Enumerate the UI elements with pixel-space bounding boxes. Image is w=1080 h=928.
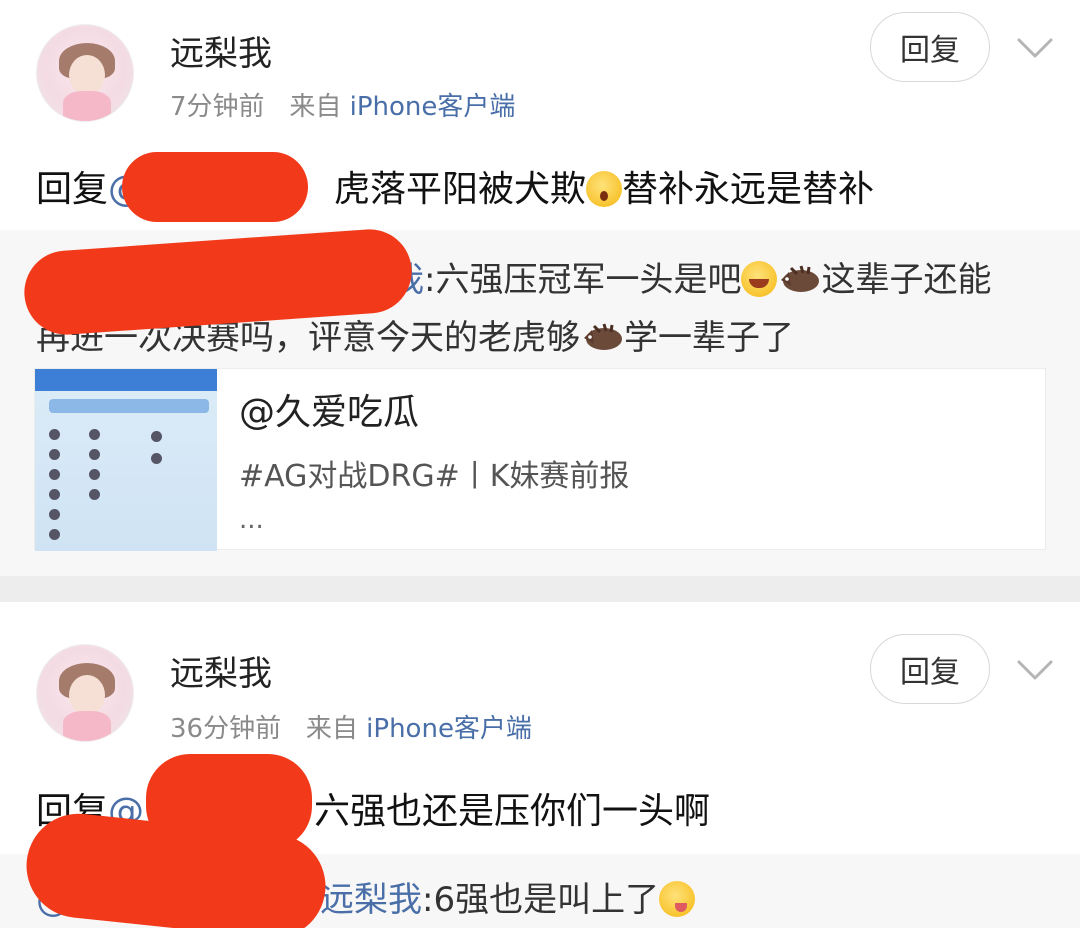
match-lineup-thumbnail <box>35 369 217 551</box>
content-text: 六强也还是压你们一头啊 <box>314 791 711 832</box>
card-title: @久爱吃瓜 <box>239 392 420 433</box>
comment-meta: 7分钟前 来自 iPhone客户端 <box>170 86 515 123</box>
avatar[interactable] <box>36 644 134 742</box>
boar-icon <box>584 323 622 350</box>
reply-prefix: 回复 <box>36 169 109 210</box>
reply-button[interactable]: 回复 <box>870 634 990 704</box>
quote-mention[interactable]: 远梨我 <box>320 880 422 920</box>
username[interactable]: 远梨我 <box>170 26 272 75</box>
tongue-out-emoji-icon <box>659 881 696 917</box>
comment-separator <box>0 576 1080 602</box>
quote-text-4: 学一辈子了 <box>624 318 794 358</box>
chevron-down-icon[interactable] <box>1016 658 1054 682</box>
timestamp: 36分钟前 <box>170 714 282 744</box>
comment-item: 远梨我 7分钟前 来自 iPhone客户端 回复 回复@虎落平阳被犬欺替补永远是… <box>0 0 1080 576</box>
redaction-mark <box>122 152 308 222</box>
timestamp: 7分钟前 <box>170 92 265 122</box>
username[interactable]: 远梨我 <box>170 646 272 695</box>
content-text: 虎落平阳被犬欺 <box>334 169 587 210</box>
comment-meta: 36分钟前 来自 iPhone客户端 <box>170 708 532 745</box>
boar-icon <box>781 265 820 292</box>
link-card[interactable]: @久爱吃瓜 #AG对战DRG#丨K妹赛前报 ... <box>34 368 1046 551</box>
shocked-emoji-icon <box>586 171 623 207</box>
avatar[interactable] <box>36 24 134 122</box>
source-prefix: 来自 <box>305 714 358 744</box>
card-more: ... <box>239 505 264 535</box>
source-link[interactable]: iPhone客户端 <box>350 92 516 122</box>
chevron-down-icon[interactable] <box>1016 36 1054 60</box>
comment-item: 远梨我 36分钟前 来自 iPhone客户端 回复 回复@ 六强也还是压你们一头啊… <box>0 602 1080 928</box>
quote-text-1: :六强压冠军一头是吧 <box>424 260 742 300</box>
quote-text-2: 这辈子还能 <box>821 260 992 300</box>
source-prefix: 来自 <box>289 92 342 122</box>
quote-text-1: :6强也是叫上了 <box>422 880 660 920</box>
reply-button[interactable]: 回复 <box>870 12 990 82</box>
card-subtitle: #AG对战DRG#丨K妹赛前报 <box>239 459 630 494</box>
content-text-2: 替补永远是替补 <box>622 169 875 210</box>
source-link[interactable]: iPhone客户端 <box>366 714 532 744</box>
laugh-cry-emoji-icon <box>741 261 778 297</box>
